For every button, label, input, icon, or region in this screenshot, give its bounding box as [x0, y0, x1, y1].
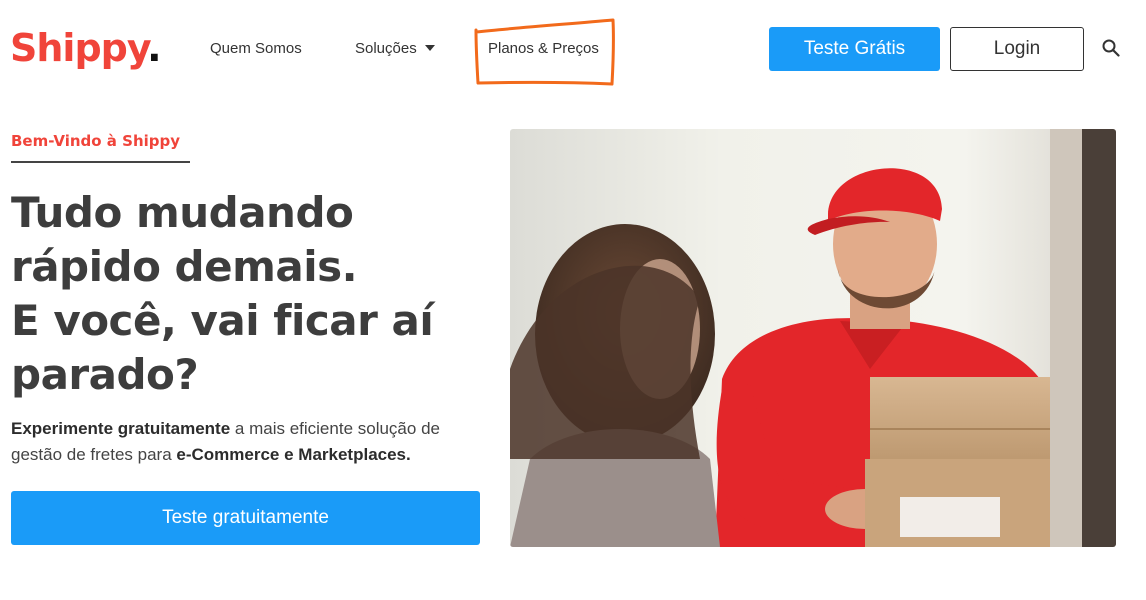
logo-dot: .	[147, 26, 161, 70]
hero-lead: Experimente gratuitamente a mais eficien…	[11, 416, 491, 468]
headline-line: parado?	[11, 350, 199, 399]
nav-quem-somos[interactable]: Quem Somos	[210, 40, 302, 57]
nav-solucoes-label: Soluções	[355, 40, 417, 57]
caret-down-icon	[424, 45, 435, 51]
shippy-logo[interactable]: Shippy.	[10, 26, 162, 70]
eyebrow-text: Bem-Vindo à Shippy	[11, 132, 181, 150]
hero-headline: Tudo mudando rápido demais. E você, vai …	[11, 186, 434, 402]
teste-gratuitamente-button[interactable]: Teste gratuitamente	[11, 491, 480, 545]
nav-planos-precos[interactable]: Planos & Preços	[488, 40, 599, 57]
hero-photo	[510, 129, 1116, 547]
headline-line: rápido demais.	[11, 242, 358, 291]
headline-line: E você, vai ficar aí	[11, 296, 434, 345]
nav-solucoes[interactable]: Soluções	[355, 40, 435, 57]
eyebrow-underline	[11, 161, 190, 163]
headline-line: Tudo mudando	[11, 188, 354, 237]
logo-wordmark: Shippy	[10, 26, 148, 70]
search-icon[interactable]	[1102, 39, 1120, 57]
lead-strong: Experimente gratuitamente	[11, 419, 231, 438]
teste-gratis-button[interactable]: Teste Grátis	[769, 27, 940, 71]
login-button[interactable]: Login	[950, 27, 1084, 71]
lead-strong-2: e-Commerce e Marketplaces.	[176, 445, 411, 464]
